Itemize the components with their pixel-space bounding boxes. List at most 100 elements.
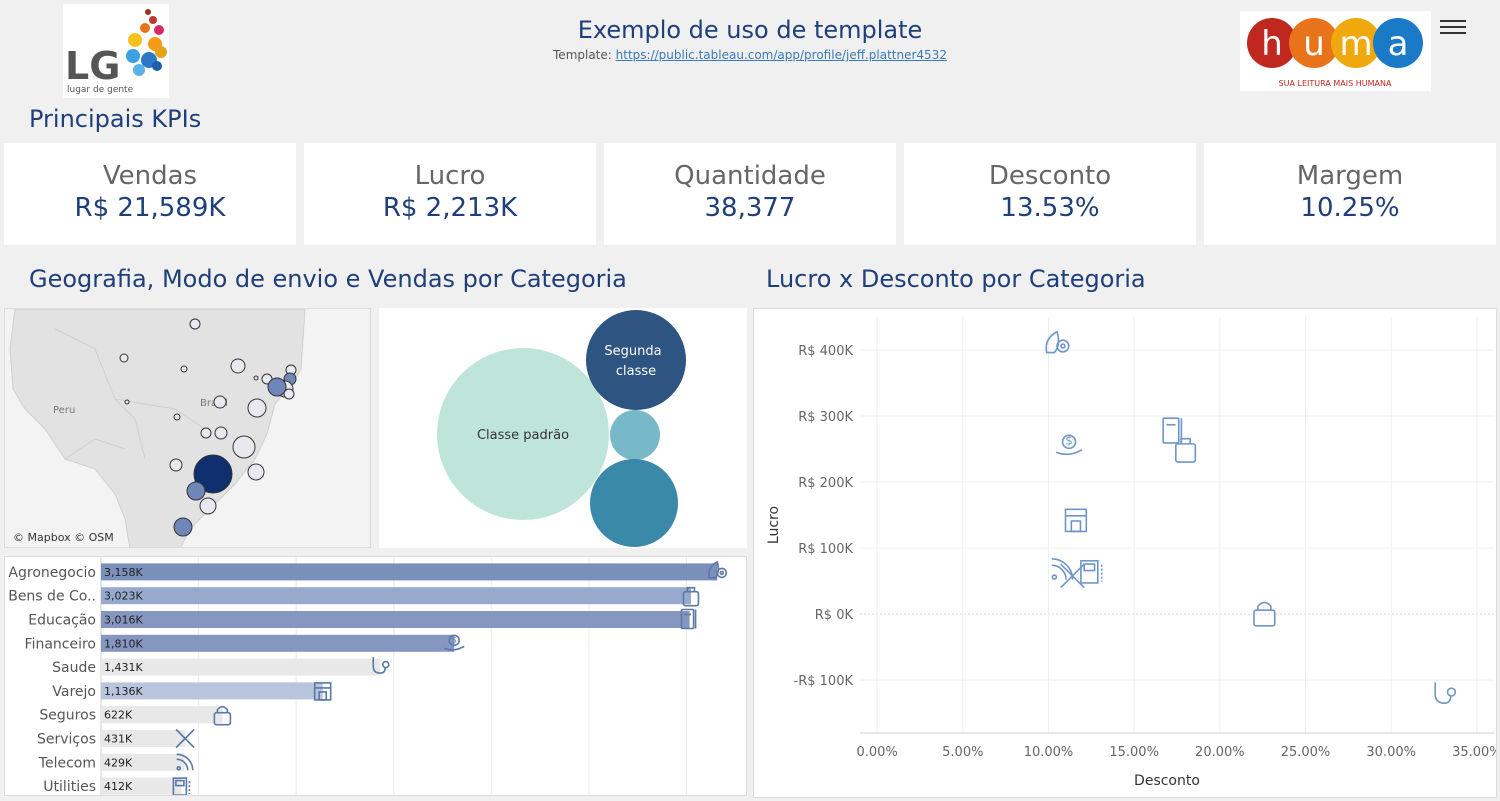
kpi-label: Vendas <box>102 161 198 191</box>
kpi-label: Lucro <box>414 161 486 191</box>
bubble-label: Classe padrão <box>477 428 569 443</box>
svg-text:$: $ <box>451 635 457 645</box>
lg-logo-text: LG <box>65 44 120 88</box>
profit-discount-panel: -R$ 100K R$ 0K R$ 100K R$ 200K R$ 300K R$ 400… <box>753 308 1500 798</box>
y-tick-label: -R$ 100K <box>794 674 854 689</box>
dashboard-subtitle: Template: https://public.tableau.com/app… <box>430 48 1070 62</box>
x-tick-label: 0.00% <box>856 745 897 760</box>
map-marker[interactable] <box>173 517 193 537</box>
kpi-card-quantidade: Quantidade 38,377 <box>604 143 896 245</box>
book-icon[interactable] <box>1162 417 1183 444</box>
bar[interactable] <box>101 634 455 652</box>
wifi-icon[interactable] <box>1051 558 1074 580</box>
bar-category-label: Saude <box>52 660 96 676</box>
map-marker[interactable] <box>230 358 246 374</box>
left-section-title: Geografia, Modo de envio e Vendas por Ca… <box>29 265 627 293</box>
kpi-card-desconto: Desconto 13.53% <box>904 143 1196 245</box>
y-tick-label: R$ 400K <box>798 344 853 359</box>
map-marker[interactable] <box>247 463 265 481</box>
map-marker[interactable] <box>247 398 267 418</box>
bubble-third[interactable] <box>610 410 660 460</box>
bar-data-label: 622K <box>104 709 133 722</box>
bar[interactable] <box>101 658 381 676</box>
agro-icon[interactable] <box>1045 330 1070 354</box>
right-section-title: Lucro x Desconto por Categoria <box>766 265 1146 293</box>
bar-category-label: Bens de Co.. <box>8 589 96 605</box>
kpi-card-lucro: Lucro R$ 2,213K <box>304 143 596 245</box>
map-marker[interactable] <box>267 377 287 397</box>
x-axis-title: Desconto <box>1134 773 1200 789</box>
map-marker[interactable] <box>173 413 181 421</box>
map-marker[interactable] <box>283 388 295 400</box>
map-marker[interactable] <box>200 427 212 439</box>
bar-data-label: 1,431K <box>104 661 143 674</box>
bar-data-label: 3,016K <box>104 614 143 627</box>
bar-data-label: 431K <box>104 733 133 746</box>
huma-tagline: SUA LEITURA MAIS HUMANA <box>1279 79 1392 88</box>
map-marker[interactable] <box>186 481 206 501</box>
x-tick-label: 30.00% <box>1366 745 1416 760</box>
y-axis-title: Lucro <box>766 506 782 544</box>
huma-letter: u <box>1303 24 1325 64</box>
store-icon[interactable] <box>1064 508 1088 533</box>
huma-letter: m <box>1339 24 1372 64</box>
kpi-value: 38,377 <box>704 193 796 223</box>
map-marker[interactable] <box>124 399 130 405</box>
stethoscope-icon[interactable] <box>1434 682 1457 704</box>
bubble-segunda-classe[interactable] <box>586 310 686 410</box>
bar-category-label: Seguros <box>39 708 96 724</box>
x-tick-label: 35.00% <box>1452 745 1496 760</box>
map-marker[interactable] <box>199 497 217 515</box>
x-tick-label: 25.00% <box>1281 745 1331 760</box>
kpi-label: Margem <box>1296 161 1404 191</box>
bubble-fourth[interactable] <box>590 459 678 547</box>
bar[interactable] <box>101 563 718 581</box>
huma-logo: h u m a SUA LEITURA MAIS HUMANA <box>1240 11 1431 91</box>
huma-letter: a <box>1388 24 1409 64</box>
bubble-label: Segunda <box>604 344 661 359</box>
map-marker[interactable] <box>214 426 228 440</box>
y-tick-label: R$ 100K <box>798 542 853 557</box>
x-tick-label: 5.00% <box>942 745 983 760</box>
bar-data-label: 429K <box>104 756 133 769</box>
kpis-title: Principais KPIs <box>29 105 202 133</box>
lg-logo-tagline: lugar de gente <box>67 85 134 95</box>
y-tick-label: R$ 0K <box>815 608 854 623</box>
bar-category-label: Financeiro <box>25 636 96 652</box>
bar-category-label: Serviços <box>37 732 96 748</box>
kpi-label: Quantidade <box>674 161 826 191</box>
map-marker[interactable] <box>253 375 259 381</box>
bar-category-label: Agronegocio <box>8 565 96 581</box>
bar[interactable] <box>101 587 691 605</box>
map-marker[interactable] <box>189 318 201 330</box>
map-label-peru: Peru <box>53 405 75 416</box>
kpi-value: 10.25% <box>1300 193 1400 223</box>
bar-category-label: Utilities <box>43 779 96 795</box>
map-marker[interactable] <box>119 353 129 363</box>
y-tick-label: R$ 200K <box>798 476 853 491</box>
bar-data-label: 1,136K <box>104 685 143 698</box>
map-marker[interactable] <box>232 435 256 459</box>
money-hand-icon[interactable]: $ <box>1055 433 1083 456</box>
shipping-bubbles-panel: Classe padrão Segunda classe <box>379 308 747 548</box>
bar-category-label: Telecom <box>38 755 96 771</box>
hamburger-icon[interactable] <box>1440 16 1466 38</box>
kpi-value: R$ 2,213K <box>382 193 518 223</box>
kpi-card-margem: Margem 10.25% <box>1204 143 1496 245</box>
bar-data-label: 412K <box>104 780 133 793</box>
map-marker[interactable] <box>213 395 227 409</box>
x-tick-label: 15.00% <box>1109 745 1159 760</box>
kpi-label: Desconto <box>988 161 1112 191</box>
kpi-card-vendas: Vendas R$ 21,589K <box>4 143 296 245</box>
bubble-label: classe <box>616 364 656 379</box>
y-tick-label: R$ 300K <box>798 410 853 425</box>
bar-category-label: Varejo <box>52 684 96 700</box>
dashboard-title: Exemplo de uso de template <box>577 16 923 44</box>
bar-data-label: 3,023K <box>104 590 143 603</box>
map-panel[interactable]: Peru Brasil © Mapbox © OSM <box>4 308 371 548</box>
map-marker[interactable] <box>180 365 188 373</box>
bar[interactable] <box>101 611 690 628</box>
kpi-value: 13.53% <box>1000 193 1100 223</box>
map-marker[interactable] <box>169 458 183 472</box>
template-link[interactable]: https://public.tableau.com/app/profile/j… <box>616 48 947 62</box>
